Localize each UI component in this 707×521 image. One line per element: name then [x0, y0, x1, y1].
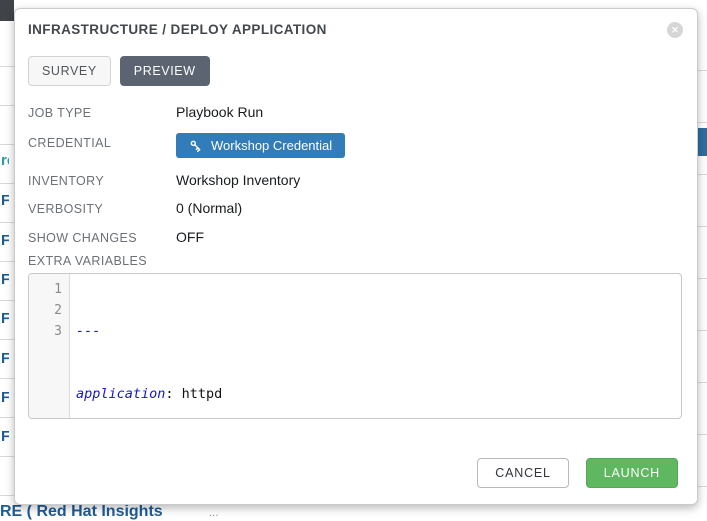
background-link-fragment: RE ( Red Hat Insights [0, 503, 163, 520]
background-text-fragment: F [1, 192, 9, 209]
yaml-value-token: : httpd [165, 386, 222, 402]
tab-bar: SURVEY PREVIEW [28, 56, 677, 86]
extra-variables-editor[interactable]: 1 2 3 --- application: httpd [28, 273, 682, 419]
field-label: INVENTORY [28, 171, 176, 188]
deploy-application-modal: INFRASTRUCTURE / DEPLOY APPLICATION SURV… [14, 8, 698, 505]
field-value: Playbook Run [176, 103, 263, 120]
editor-line-numbers: 1 2 3 [29, 274, 70, 418]
tab-survey[interactable]: SURVEY [28, 56, 111, 86]
code-line: application: httpd [76, 384, 681, 405]
background-text-fragment: ... [209, 505, 219, 519]
field-value: Workshop Inventory [176, 171, 300, 188]
line-number: 2 [29, 300, 62, 321]
editor-code-area[interactable]: --- application: httpd [70, 274, 681, 418]
field-value: 0 (Normal) [176, 199, 242, 216]
yaml-key-token: application [76, 386, 165, 402]
line-number: 3 [29, 321, 62, 342]
credential-tag-button[interactable]: Workshop Credential [176, 133, 345, 158]
field-verbosity: VERBOSITY 0 (Normal) [28, 199, 677, 216]
tab-preview[interactable]: PREVIEW [120, 56, 210, 86]
field-label: CREDENTIAL [28, 133, 176, 150]
background-text-fragment: F [1, 389, 9, 406]
field-job-type: JOB TYPE Playbook Run [28, 103, 677, 120]
background-text-fragment: rc [1, 152, 9, 169]
field-inventory: INVENTORY Workshop Inventory [28, 171, 677, 188]
extra-variables-label: EXTRA VARIABLES [28, 254, 677, 268]
launch-button[interactable]: LAUNCH [586, 458, 678, 488]
cancel-button[interactable]: CANCEL [477, 458, 569, 488]
background-text-fragment: F [1, 428, 9, 445]
key-icon [189, 139, 203, 153]
field-show-changes: SHOW CHANGES OFF [28, 228, 677, 245]
field-credential: CREDENTIAL [28, 133, 677, 158]
code-line: --- [76, 321, 681, 342]
background-text-fragment: F [1, 350, 9, 367]
field-label: VERBOSITY [28, 199, 176, 216]
field-label: JOB TYPE [28, 103, 176, 120]
field-label: SHOW CHANGES [28, 228, 176, 245]
modal-title: INFRASTRUCTURE / DEPLOY APPLICATION [28, 22, 677, 37]
line-number: 1 [29, 279, 62, 300]
modal-footer: CANCEL LAUNCH [477, 458, 678, 488]
credential-tag-label: Workshop Credential [211, 138, 332, 153]
field-list: JOB TYPE Playbook Run CREDENTIAL [28, 103, 677, 419]
yaml-doc-start-token: --- [76, 323, 100, 339]
background-table-cell [697, 128, 707, 156]
screen: rc F F F F F F F RE ( Red Hat Insights..… [0, 0, 707, 521]
background-text-fragment: F [1, 232, 9, 249]
background-dark-corner [0, 0, 14, 21]
close-icon[interactable] [667, 22, 683, 38]
background-bottom-row: RE ( Red Hat Insights... [0, 503, 707, 521]
background-text-fragment: F [1, 271, 9, 288]
field-value: OFF [176, 228, 204, 245]
background-text-fragment: F [1, 310, 9, 327]
